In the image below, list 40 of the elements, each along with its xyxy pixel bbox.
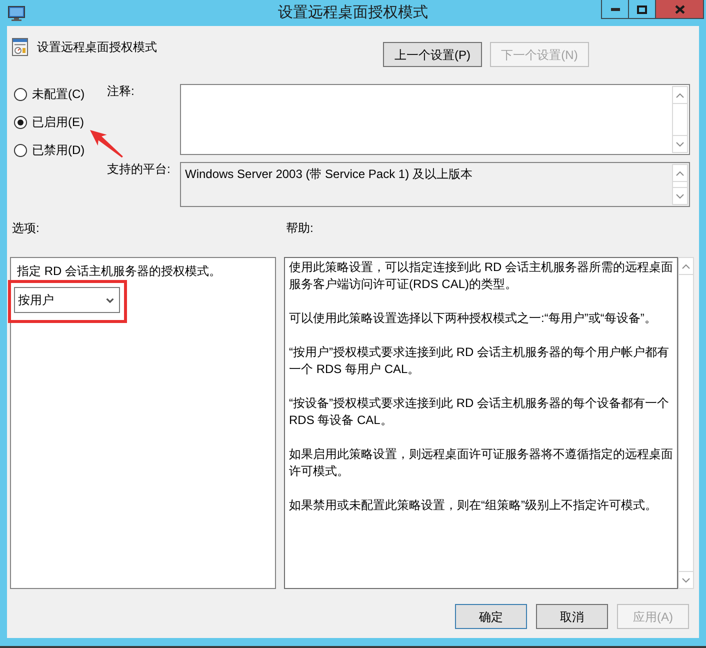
dialog-button[interactable]: 确定	[455, 604, 527, 629]
chevron-down-icon	[682, 578, 690, 582]
help-label: 帮助:	[286, 220, 314, 236]
comment-field[interactable]	[180, 84, 690, 155]
dialog-button[interactable]: 上一个设置(P)	[383, 42, 482, 67]
dialog-button[interactable]: 取消	[536, 604, 608, 629]
close-button[interactable]	[655, 0, 704, 19]
help-paragraph: 如果禁用或未配置此策略设置，则在“组策略”级别上不指定许可模式。	[289, 497, 658, 514]
monitor-icon	[8, 6, 25, 20]
chevron-up-icon	[682, 264, 690, 268]
radio-option[interactable]: 未配置(C)	[14, 84, 107, 104]
help-paragraph: 如果启用此策略设置，则远程桌面许可证服务器将不遵循指定的远程桌面许可模式。	[289, 446, 674, 480]
scrollbar[interactable]	[678, 257, 694, 589]
chevron-down-icon	[676, 194, 684, 198]
maximize-button[interactable]	[628, 0, 655, 19]
platform-label: 支持的平台:	[107, 162, 172, 178]
radio-option[interactable]: 已启用(E)	[14, 112, 107, 132]
scrollbar[interactable]	[672, 164, 688, 205]
chevron-down-icon	[106, 298, 114, 302]
minimize-button[interactable]	[601, 0, 628, 19]
help-paragraph: “按设备”授权模式要求连接到此 RD 会话主机服务器的每个设备都有一个 RDS 每设备 CAL。	[289, 395, 670, 429]
policy-title: 设置远程桌面授权模式	[37, 39, 157, 56]
maximize-icon	[637, 4, 647, 14]
platform-text: Windows Server 2003 (带 Service Pack 1) 及以上版本	[184, 166, 474, 183]
options-label: 选项:	[11, 220, 40, 236]
radio-option[interactable]: 已禁用(D)	[14, 140, 107, 160]
window-title: 设置远程桌面授权模式	[277, 4, 429, 22]
close-icon	[674, 4, 684, 14]
license-mode-dropdown[interactable]: 按用户	[14, 287, 120, 313]
options-description: 指定 RD 会话主机服务器的授权模式。	[16, 264, 222, 278]
chevron-up-icon	[676, 170, 684, 176]
minimize-icon	[610, 8, 620, 10]
comment-label: 注释:	[107, 84, 136, 100]
chevron-up-icon	[676, 92, 684, 98]
help-paragraph: “按用户”授权模式要求连接到此 RD 会话主机服务器的每个用户帐户都有一个 RDS 每用户 CAL。	[289, 344, 670, 378]
help-paragraph: 可以使用此策略设置选择以下两种授权模式之一:“每用户”或“每设备”。	[289, 310, 658, 327]
help-paragraph: 使用此策略设置，可以指定连接到此 RD 会话主机服务器所需的远程桌面服务客户端访问许可证(RDS CAL)的类型。	[289, 259, 674, 293]
window-icon	[12, 38, 28, 56]
chevron-down-icon	[676, 142, 684, 146]
scrollbar[interactable]	[672, 86, 688, 153]
